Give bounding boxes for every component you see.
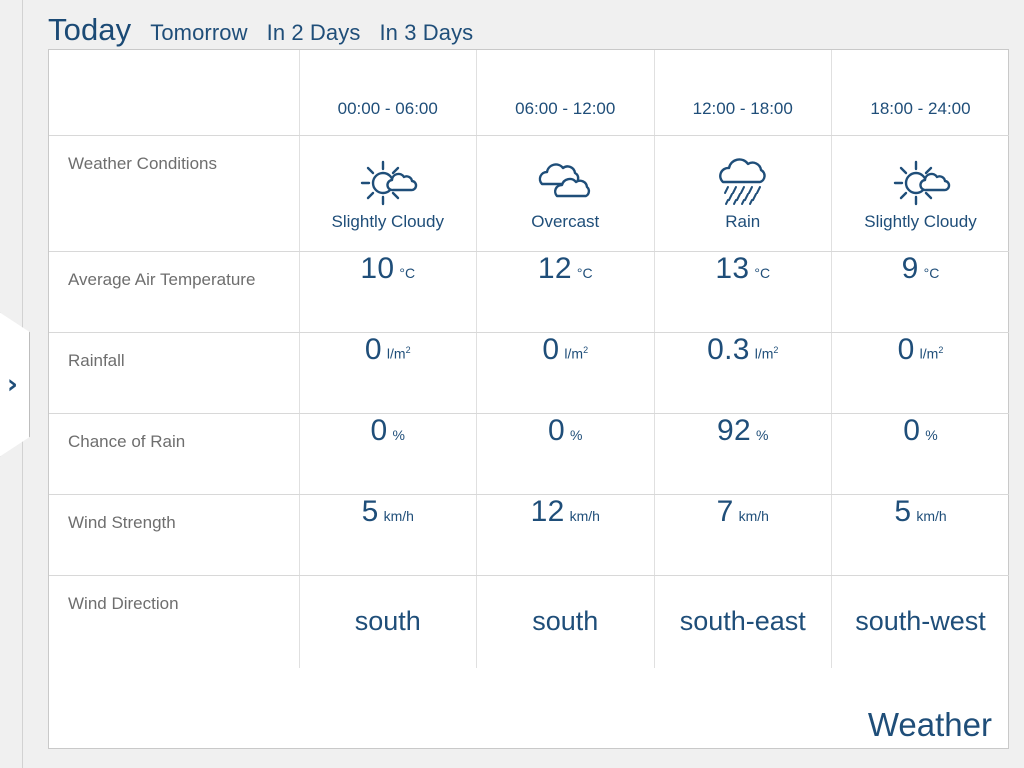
cell-rainfall-1: 0 l/m2 [298,332,477,414]
time-slot-header-1: 00:00 - 06:00 [298,50,477,136]
condition-label-3: Rain [725,212,761,231]
cell-rainfall-3: 0.3 l/m2 [653,332,832,414]
cell-wind-direction-4: south-west [831,575,1009,668]
wind-strength-value-3: 7 [716,494,734,528]
cell-conditions-3: Rain [653,135,832,252]
temperature-unit-2: °C [576,264,593,281]
row-label-wind-strength: Wind Strength [49,494,299,576]
forecast-panel: 00:00 - 06:00 06:00 - 12:00 12:00 - 18:0… [48,49,1009,749]
rainfall-unit-2: l/m2 [564,344,589,362]
rainfall-unit-4: l/m2 [919,344,944,362]
chance-of-rain-value-3: 92 [717,413,752,447]
cell-conditions-4: Slightly Cloudy [831,135,1009,252]
overcast-clouds-icon [538,163,591,198]
table-row-wind-direction: Wind Direction south south south-east so… [49,575,1009,668]
cell-temperature-3: 13 °C [653,251,832,333]
rain-cloud-icon [718,158,766,205]
table-row-temperature: Average Air Temperature 10 °C 12 °C 13 °… [49,251,1009,333]
cell-wind-direction-3: south-east [653,575,832,668]
rainfall-value-4: 0 [897,332,915,366]
panel-footer-title: Weather [867,706,992,743]
table-row-rainfall: Rainfall 0 l/m2 0 l/m2 0.3 l/m2 0 l/m2 [49,332,1009,414]
time-slot-header-3: 12:00 - 18:00 [653,50,832,136]
chance-of-rain-unit-2: % [570,426,583,443]
cell-temperature-2: 12 °C [476,251,654,333]
rainfall-unit-3: l/m2 [754,344,779,362]
chance-of-rain-value-2: 0 [548,413,566,447]
chance-of-rain-value-1: 0 [370,413,388,447]
chance-of-rain-value-4: 0 [903,413,921,447]
wind-strength-value-1: 5 [361,494,379,528]
cell-rainfall-4: 0 l/m2 [831,332,1009,414]
wind-direction-value-2: south [532,606,599,636]
temperature-value-1: 10 [360,251,395,285]
time-slot-header-4: 18:00 - 24:00 [831,50,1009,136]
cell-temperature-1: 10 °C [298,251,477,333]
time-slot-header-2: 06:00 - 12:00 [476,50,654,136]
sidebar-flyout-handle[interactable]: › [0,312,30,457]
tab-in-3-days[interactable]: In 3 Days [379,20,473,46]
tab-in-2-days[interactable]: In 2 Days [267,20,361,46]
rainfall-value-1: 0 [364,332,382,366]
cell-wind-strength-3: 7 km/h [653,494,832,576]
chance-of-rain-unit-4: % [925,426,938,443]
cell-conditions-1: Slightly Cloudy [298,135,477,252]
temperature-unit-1: °C [399,264,416,281]
row-label-wind-direction: Wind Direction [68,593,179,613]
cell-temperature-4: 9 °C [831,251,1009,333]
chevron-right-icon: › [6,369,19,400]
table-row-weather-conditions: Weather Conditions Slightly Cloudy Overc… [49,135,1009,252]
wind-strength-unit-3: km/h [738,507,769,524]
row-label-temperature: Average Air Temperature [49,251,299,333]
wind-strength-unit-4: km/h [916,507,947,524]
temperature-unit-3: °C [754,264,771,281]
cell-chance-of-rain-3: 92 % [653,413,832,495]
table-row-wind-strength: Wind Strength 5 km/h 12 km/h 7 km/h 5 km… [49,494,1009,576]
cell-chance-of-rain-2: 0 % [476,413,654,495]
condition-label-2: Overcast [531,212,600,231]
sun-behind-cloud-icon [893,160,950,206]
cell-conditions-2: Overcast [476,135,654,252]
tab-today[interactable]: Today [48,12,131,48]
rainfall-value-2: 0 [542,332,560,366]
wind-direction-value-3: south-east [679,606,806,636]
cell-chance-of-rain-1: 0 % [298,413,477,495]
header-spacer [49,50,299,136]
temperature-value-2: 12 [537,251,572,285]
wind-strength-unit-1: km/h [383,507,414,524]
table-header-row: 00:00 - 06:00 06:00 - 12:00 12:00 - 18:0… [49,50,1009,136]
cell-wind-strength-1: 5 km/h [298,494,477,576]
tab-tomorrow[interactable]: Tomorrow [150,20,247,46]
wind-strength-value-2: 12 [530,494,565,528]
chance-of-rain-unit-3: % [756,426,769,443]
cell-wind-strength-4: 5 km/h [831,494,1009,576]
wind-direction-value-1: south [354,606,421,636]
temperature-unit-4: °C [923,264,940,281]
wind-strength-value-4: 5 [894,494,912,528]
rainfall-value-3: 0.3 [707,332,750,366]
condition-label-4: Slightly Cloudy [864,212,977,231]
cell-wind-strength-2: 12 km/h [476,494,654,576]
wind-strength-unit-2: km/h [569,507,600,524]
row-label-chance-of-rain: Chance of Rain [49,413,299,495]
row-label-rainfall: Rainfall [49,332,299,414]
sun-behind-cloud-icon [360,160,417,206]
rainfall-unit-1: l/m2 [386,344,411,362]
chance-of-rain-unit-1: % [392,426,405,443]
forecast-day-tabs: Today Tomorrow In 2 Days In 3 Days [48,12,473,48]
cell-rainfall-2: 0 l/m2 [476,332,654,414]
temperature-value-3: 13 [715,251,750,285]
row-label-weather-conditions: Weather Conditions [49,135,299,252]
temperature-value-4: 9 [901,251,919,285]
table-row-chance-of-rain: Chance of Rain 0 % 0 % 92 % 0 % [49,413,1009,495]
cell-chance-of-rain-4: 0 % [831,413,1009,495]
forecast-table: 00:00 - 06:00 06:00 - 12:00 12:00 - 18:0… [49,50,1009,668]
cell-wind-direction-1: south [298,575,477,668]
wind-direction-value-4: south-west [855,606,986,636]
cell-wind-direction-2: south [476,575,654,668]
condition-label-1: Slightly Cloudy [331,212,444,231]
